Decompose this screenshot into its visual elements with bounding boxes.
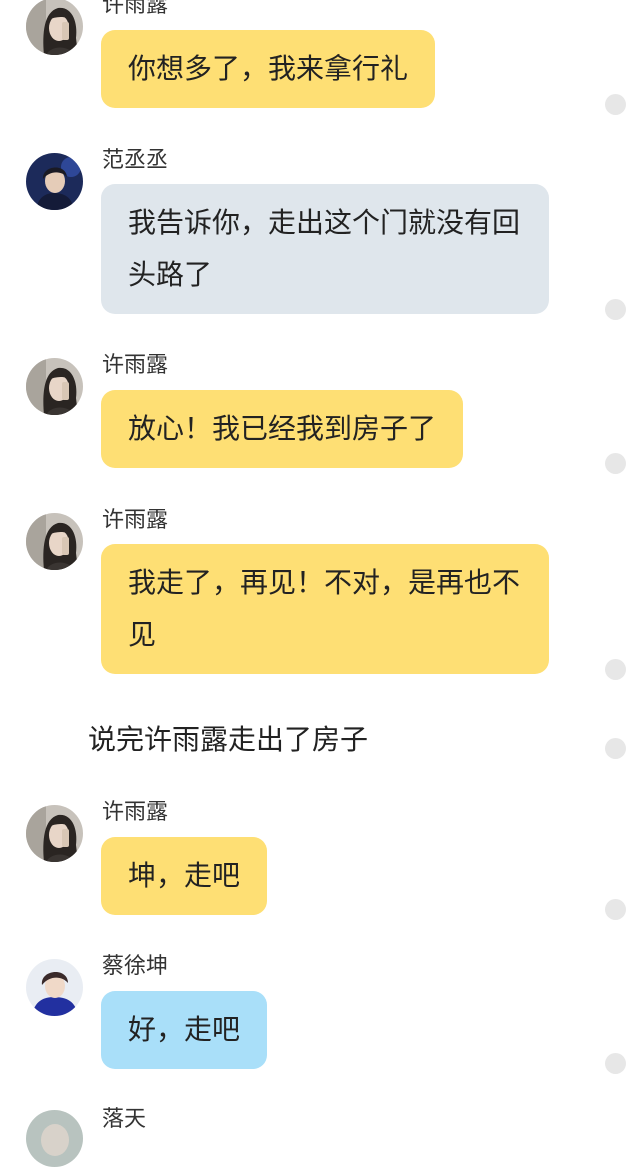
status-dot xyxy=(605,299,626,320)
narration-text: 说完许雨露走出了房子 xyxy=(88,723,369,756)
status-dot xyxy=(605,899,626,920)
message-bubble[interactable]: 坤，走吧 xyxy=(101,837,268,915)
message-bubble[interactable]: 好，走吧 xyxy=(101,991,268,1069)
status-dot xyxy=(605,94,626,115)
message-bubble[interactable]: 放心！我已经我到房子了 xyxy=(101,390,464,468)
girl-avatar-icon[interactable] xyxy=(26,805,83,862)
sender-name: 许雨露 xyxy=(102,353,169,378)
sender-name: 许雨露 xyxy=(102,800,169,825)
sender-name: 许雨露 xyxy=(102,508,169,533)
message-bubble[interactable]: 我告诉你，走出这个门就没有回头路了 xyxy=(101,184,549,314)
boy-avatar-icon[interactable] xyxy=(26,959,83,1016)
sender-name: 许雨露 xyxy=(102,0,169,18)
status-dot xyxy=(605,659,626,680)
status-dot xyxy=(605,1053,626,1074)
status-dot xyxy=(605,453,626,474)
message-bubble[interactable]: 你想多了，我来拿行礼 xyxy=(101,30,436,108)
sender-name: 落天 xyxy=(102,1107,147,1132)
message-bubble[interactable]: 我走了，再见！不对，是再也不见 xyxy=(101,544,549,674)
girl-avatar-icon[interactable] xyxy=(26,513,83,570)
boy-avatar-icon[interactable] xyxy=(26,153,83,210)
avatar-icon[interactable] xyxy=(26,1110,83,1167)
status-dot xyxy=(605,738,626,759)
girl-avatar-icon[interactable] xyxy=(26,358,83,415)
sender-name: 蔡徐坤 xyxy=(102,954,169,979)
girl-avatar-icon[interactable] xyxy=(26,0,83,55)
sender-name: 范丞丞 xyxy=(102,148,169,173)
